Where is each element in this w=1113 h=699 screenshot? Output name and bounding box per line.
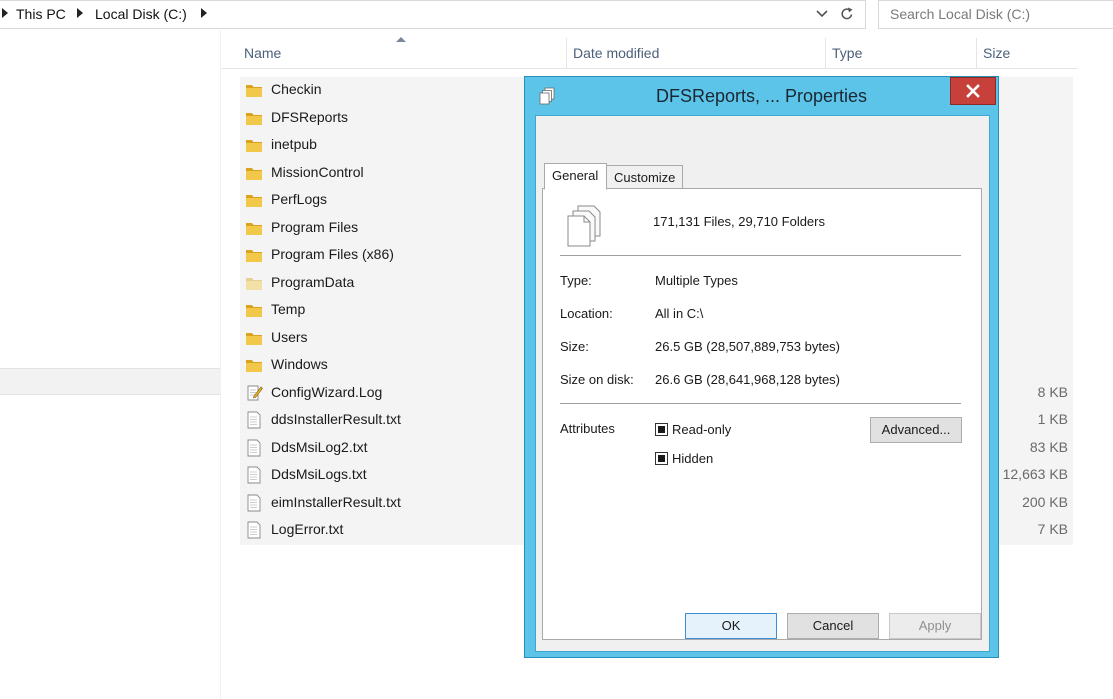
file-size: 8 KB: [1037, 383, 1068, 400]
text-file-icon: [247, 411, 261, 429]
folder-icon: [246, 140, 262, 152]
location-label: Location:: [560, 306, 613, 321]
folder-icon: [246, 332, 262, 345]
file-size: 200 KB: [1022, 493, 1068, 510]
file-size: 12,663 KB: [1002, 466, 1068, 482]
text-file-icon: [247, 521, 261, 539]
hidden-checkbox[interactable]: [655, 452, 668, 465]
folder-icon: [246, 85, 262, 97]
file-name[interactable]: LogError.txt: [271, 521, 343, 537]
attributes-label: Attributes: [560, 421, 615, 436]
advanced-button[interactable]: Advanced...: [870, 417, 962, 443]
dialog-title: DFSReports, ... Properties: [655, 86, 868, 106]
text-file-icon: [247, 494, 261, 511]
size-on-disk-label: Size on disk:: [560, 372, 634, 387]
column-header-type[interactable]: Type: [825, 38, 976, 68]
close-icon: [966, 84, 980, 98]
chevron-down-icon[interactable]: [814, 6, 830, 22]
file-name[interactable]: Program Files (x86): [271, 246, 394, 262]
multiple-files-icon: [567, 205, 601, 247]
file-size: 7 KB: [1037, 521, 1068, 537]
folder-icon: [246, 222, 262, 235]
file-name[interactable]: Checkin: [271, 81, 322, 97]
search-input[interactable]: [879, 1, 1110, 27]
size-value: 26.5 GB (28,507,889,753 bytes): [655, 339, 841, 354]
column-header-name[interactable]: Name: [222, 38, 566, 68]
properties-dialog[interactable]: DFSReports, ... Properties General Custo…: [524, 76, 999, 658]
file-name[interactable]: Program Files: [271, 219, 358, 235]
general-tab-panel: 171,131 Files, 29,710 Folders Type: Mult…: [542, 188, 982, 640]
refresh-icon[interactable]: [838, 5, 856, 23]
size-on-disk-value: 26.6 GB (28,641,968,128 bytes): [655, 372, 841, 387]
navigation-pane-selected-item[interactable]: [0, 368, 220, 395]
folder-icon: [246, 360, 262, 372]
readonly-label[interactable]: Read-only: [672, 422, 731, 437]
breadcrumb-separator-icon[interactable]: [201, 8, 207, 18]
navigation-pane[interactable]: [0, 30, 221, 699]
file-name[interactable]: Temp: [271, 301, 305, 317]
folder-icon: [246, 167, 262, 180]
file-name[interactable]: DdsMsiLog2.txt: [271, 439, 367, 455]
cancel-button[interactable]: Cancel: [787, 613, 879, 639]
column-header-date-modified[interactable]: Date modified: [566, 38, 825, 68]
divider: [560, 403, 961, 404]
file-name[interactable]: ConfigWizard.Log: [271, 384, 382, 400]
folder-icon: [246, 250, 262, 262]
column-headers: Name Date modified Type Size: [222, 37, 1078, 69]
search-box[interactable]: [878, 0, 1113, 29]
text-file-icon: [247, 439, 261, 456]
file-size: 83 KB: [1029, 438, 1068, 455]
file-name[interactable]: eimInstallerResult.txt: [271, 494, 401, 510]
breadcrumb-separator-icon[interactable]: [2, 8, 8, 18]
file-name[interactable]: MissionControl: [271, 164, 364, 180]
breadcrumb-this-pc[interactable]: This PC: [16, 6, 66, 22]
close-button[interactable]: [950, 77, 996, 105]
type-value: Multiple Types: [655, 273, 738, 288]
file-name[interactable]: ddsInstallerResult.txt: [271, 411, 401, 427]
address-bar[interactable]: This PC Local Disk (C:): [0, 0, 866, 29]
location-value: All in C:\: [655, 306, 704, 321]
divider: [560, 255, 961, 256]
folder-icon: [246, 112, 262, 125]
file-name[interactable]: ProgramData: [271, 274, 354, 290]
file-name[interactable]: DFSReports: [271, 109, 348, 125]
type-label: Type:: [560, 273, 592, 288]
tab-customize[interactable]: Customize: [606, 165, 683, 190]
text-file-icon: [247, 466, 261, 484]
file-name[interactable]: PerfLogs: [271, 191, 327, 207]
file-name[interactable]: DdsMsiLogs.txt: [271, 466, 367, 482]
breadcrumb-local-disk[interactable]: Local Disk (C:): [95, 6, 187, 22]
folder-icon: [246, 277, 262, 290]
hidden-label[interactable]: Hidden: [672, 451, 713, 466]
log-file-icon: [247, 385, 263, 400]
folder-icon: [246, 195, 262, 207]
dialog-body: General Customize 171,131 Files, 29,710 …: [535, 115, 990, 652]
folder-icon: [246, 305, 262, 317]
column-header-size[interactable]: Size: [976, 38, 1078, 68]
file-name[interactable]: Users: [271, 329, 308, 345]
readonly-checkbox[interactable]: [655, 423, 668, 436]
tab-general[interactable]: General: [544, 163, 607, 190]
file-size: 1 KB: [1037, 411, 1068, 427]
ok-button[interactable]: OK: [685, 613, 777, 639]
summary-files-folders: 171,131 Files, 29,710 Folders: [653, 214, 825, 229]
size-label: Size:: [560, 339, 589, 354]
file-name[interactable]: inetpub: [271, 136, 317, 152]
breadcrumb-separator-icon[interactable]: [77, 8, 83, 18]
file-name[interactable]: Windows: [271, 356, 328, 372]
apply-button[interactable]: Apply: [889, 613, 981, 639]
